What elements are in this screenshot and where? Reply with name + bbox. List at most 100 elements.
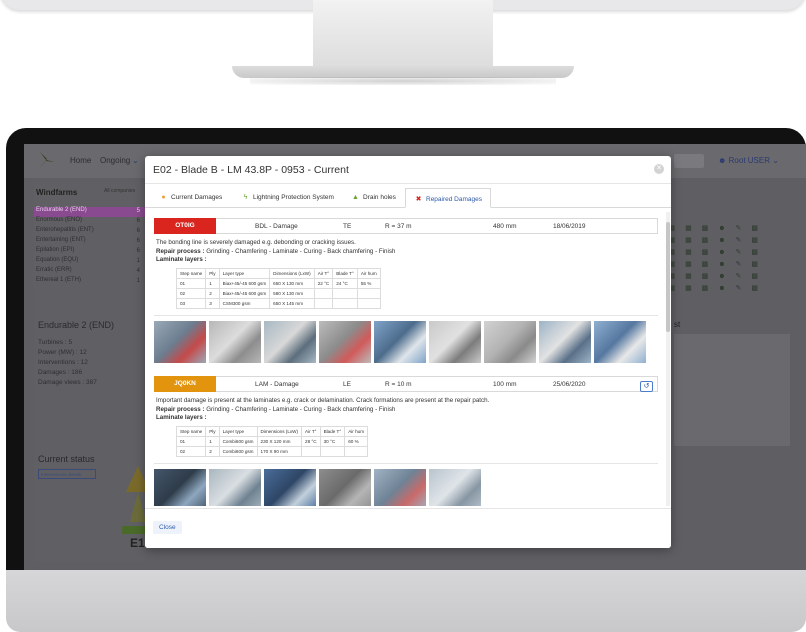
table-cell: 2: [205, 287, 220, 299]
modal-body: OT0IG BDL - Damage TE R = 37 m 480 mm 18/06/2…: [145, 212, 671, 506]
damage-photo[interactable]: [264, 320, 316, 363]
column-header: Ply: [205, 425, 220, 437]
damage-photo[interactable]: [319, 468, 371, 506]
damage-type: BDL - Damage: [255, 223, 298, 230]
tab-current-damages[interactable]: ● Current Damages: [159, 188, 222, 208]
search-input[interactable]: [674, 154, 704, 168]
damage-description: Important damage is present at the lamin…: [154, 397, 658, 423]
table-cell: 170 X 90 mm: [256, 445, 303, 457]
windturbine-logo-icon: [40, 152, 55, 168]
table-cell: 1: [205, 277, 220, 289]
scrollbar-thumb[interactable]: [666, 222, 670, 332]
damage-edge: TE: [343, 223, 352, 230]
windfarm-item[interactable]: Ethereal 1 (ETH) 1: [34, 277, 146, 287]
damage-photo[interactable]: [429, 320, 481, 363]
nav-home[interactable]: Home: [70, 156, 91, 165]
nav-ongoing[interactable]: Ongoing: [100, 156, 130, 165]
damage-photo[interactable]: [429, 468, 481, 506]
damage-photo[interactable]: [539, 320, 591, 363]
windfarm-item[interactable]: Epilation (EPI) 6: [34, 247, 146, 257]
table-cell: Biax+45/-45 600 gsm: [218, 287, 271, 299]
windfarm-item[interactable]: Erratic (ERR) 4: [34, 267, 146, 277]
undo-repair-icon[interactable]: ↺: [640, 381, 653, 392]
tab-label: Repaired Damages: [426, 196, 483, 203]
tab-lightning-protection-system[interactable]: ϟ Lightning Protection System: [241, 188, 334, 208]
damage-photo[interactable]: [264, 468, 316, 506]
background-list: [674, 334, 790, 446]
column-header: Dimensions (LxW): [256, 425, 303, 437]
windfarm-label: Endurable 2 (END): [36, 207, 87, 213]
windfarm-item[interactable]: Entertaining (ENT) 6: [34, 237, 146, 247]
damage-photo[interactable]: [319, 320, 371, 363]
windfarm-item[interactable]: Equation (EQU) 1: [34, 257, 146, 267]
tab-label: Current Damages: [171, 194, 223, 201]
selected-windfarm-name: Endurable 2 (END): [38, 320, 115, 330]
table-cell: [301, 445, 321, 457]
damage-photo[interactable]: [154, 468, 206, 506]
row-actions[interactable]: ▦ ▦ ▦ ▩ ☻ ✎ ▩: [652, 272, 792, 284]
windfarm-item[interactable]: Enormous (ENO) 6: [34, 217, 146, 227]
windfarm-count: 1: [136, 258, 140, 264]
stat-line: Turbines : 5: [38, 339, 73, 346]
row-actions[interactable]: ▦ ▦ ▦ ▩ ☻ ✎ ▩: [652, 236, 792, 248]
column-header: Air T°: [301, 425, 321, 437]
user-menu[interactable]: ☻ Root USER ⌄: [718, 156, 779, 165]
table-header-row: Step name Ply Layer type Dimensions (LxW) Ai…: [175, 425, 369, 437]
divider: [154, 314, 658, 316]
table-cell: [319, 445, 346, 457]
table-cell: 60 %: [344, 435, 369, 447]
damage-photo[interactable]: [594, 320, 646, 363]
company-filter[interactable]: All companies: [104, 188, 135, 194]
table-cell: [356, 297, 381, 309]
windfarm-label: Enormous (ENO): [36, 217, 83, 223]
repair-label: Repair process :: [156, 405, 205, 413]
damage-photo[interactable]: [209, 320, 261, 363]
modal-title: E02 - Blade B - LM 43.8P - 0953 - Curren…: [153, 164, 349, 176]
windfarm-label: Entertaining (ENT): [36, 237, 86, 243]
row-actions[interactable]: ▦ ▦ ▦ ▩ ☻ ✎ ▩: [652, 248, 792, 260]
laminate-table: Step name Ply Layer type Dimensions (LxW) Ai…: [175, 425, 369, 457]
repair-process: Repair process : Grinding - Chamfering -…: [156, 248, 658, 257]
table-cell: 01: [175, 277, 207, 289]
row-actions[interactable]: ▦ ▦ ▦ ▩ ☻ ✎ ▩: [652, 284, 792, 296]
column-header: Blade T°: [319, 425, 346, 437]
damage-photo[interactable]: [154, 320, 206, 363]
scrollbar[interactable]: [666, 212, 670, 506]
table-cell: [344, 445, 369, 457]
table-cell: CSM300 gsm: [218, 297, 271, 309]
table-cell: 580 X 130 mm: [269, 287, 315, 299]
close-icon[interactable]: ✕: [654, 164, 664, 174]
description-text: The bonding line is severely damaged e.g…: [156, 239, 356, 246]
windfarm-item[interactable]: Enterohepatitis (ENT) 6: [34, 227, 146, 237]
row-actions[interactable]: ▦ ▦ ▦ ▩ ☻ ✎ ▩: [652, 224, 792, 236]
damage-photo[interactable]: [484, 320, 536, 363]
tab-drain-holes[interactable]: ▲ Drain holes: [351, 188, 396, 208]
column-header: Dimensions (LxW): [269, 267, 315, 279]
table-cell: 02: [175, 287, 207, 299]
repair-text: Grinding - Chamfering - Laminate - Curin…: [206, 247, 396, 255]
stat-line: Power (MW) : 12: [38, 349, 87, 356]
column-header: Air hum: [344, 425, 369, 437]
interventions-details-button[interactable]: Interventions details: [38, 469, 96, 479]
row-actions[interactable]: ▦ ▦ ▦ ▩ ☻ ✎ ▩: [652, 260, 792, 272]
drop-icon: ▲: [352, 194, 359, 201]
windfarm-label: Equation (EQU): [36, 257, 79, 263]
tab-repaired-damages[interactable]: ✖ Repaired Damages: [405, 188, 492, 208]
damage-photo[interactable]: [374, 468, 426, 506]
laminate-label: Laminate layers :: [156, 414, 207, 422]
damage-card: OT0IG BDL - Damage TE R = 37 m 480 mm 18/06/2…: [154, 218, 658, 363]
description-text: Important damage is present at the lamin…: [156, 397, 490, 404]
damage-date: 25/06/2020: [553, 381, 586, 388]
table-cell: 230 X 120 mm: [256, 435, 303, 447]
close-button[interactable]: Close: [153, 521, 182, 534]
windfarm-item[interactable]: Endurable 2 (END) 5: [34, 207, 146, 217]
damage-photo[interactable]: [374, 320, 426, 363]
windfarm-count: 6: [136, 218, 140, 224]
table-cell: [332, 287, 358, 299]
table-row: 01 1 Combi600 gsm 230 X 120 mm 28 °C 30 °C 60 …: [175, 435, 369, 447]
damage-photo[interactable]: [209, 468, 261, 506]
column-header: Air T°: [313, 267, 334, 279]
stat-line: Damages : 186: [38, 369, 83, 376]
sidebar-title: Windfarms: [36, 188, 78, 197]
table-cell: 30 °C: [319, 435, 346, 447]
